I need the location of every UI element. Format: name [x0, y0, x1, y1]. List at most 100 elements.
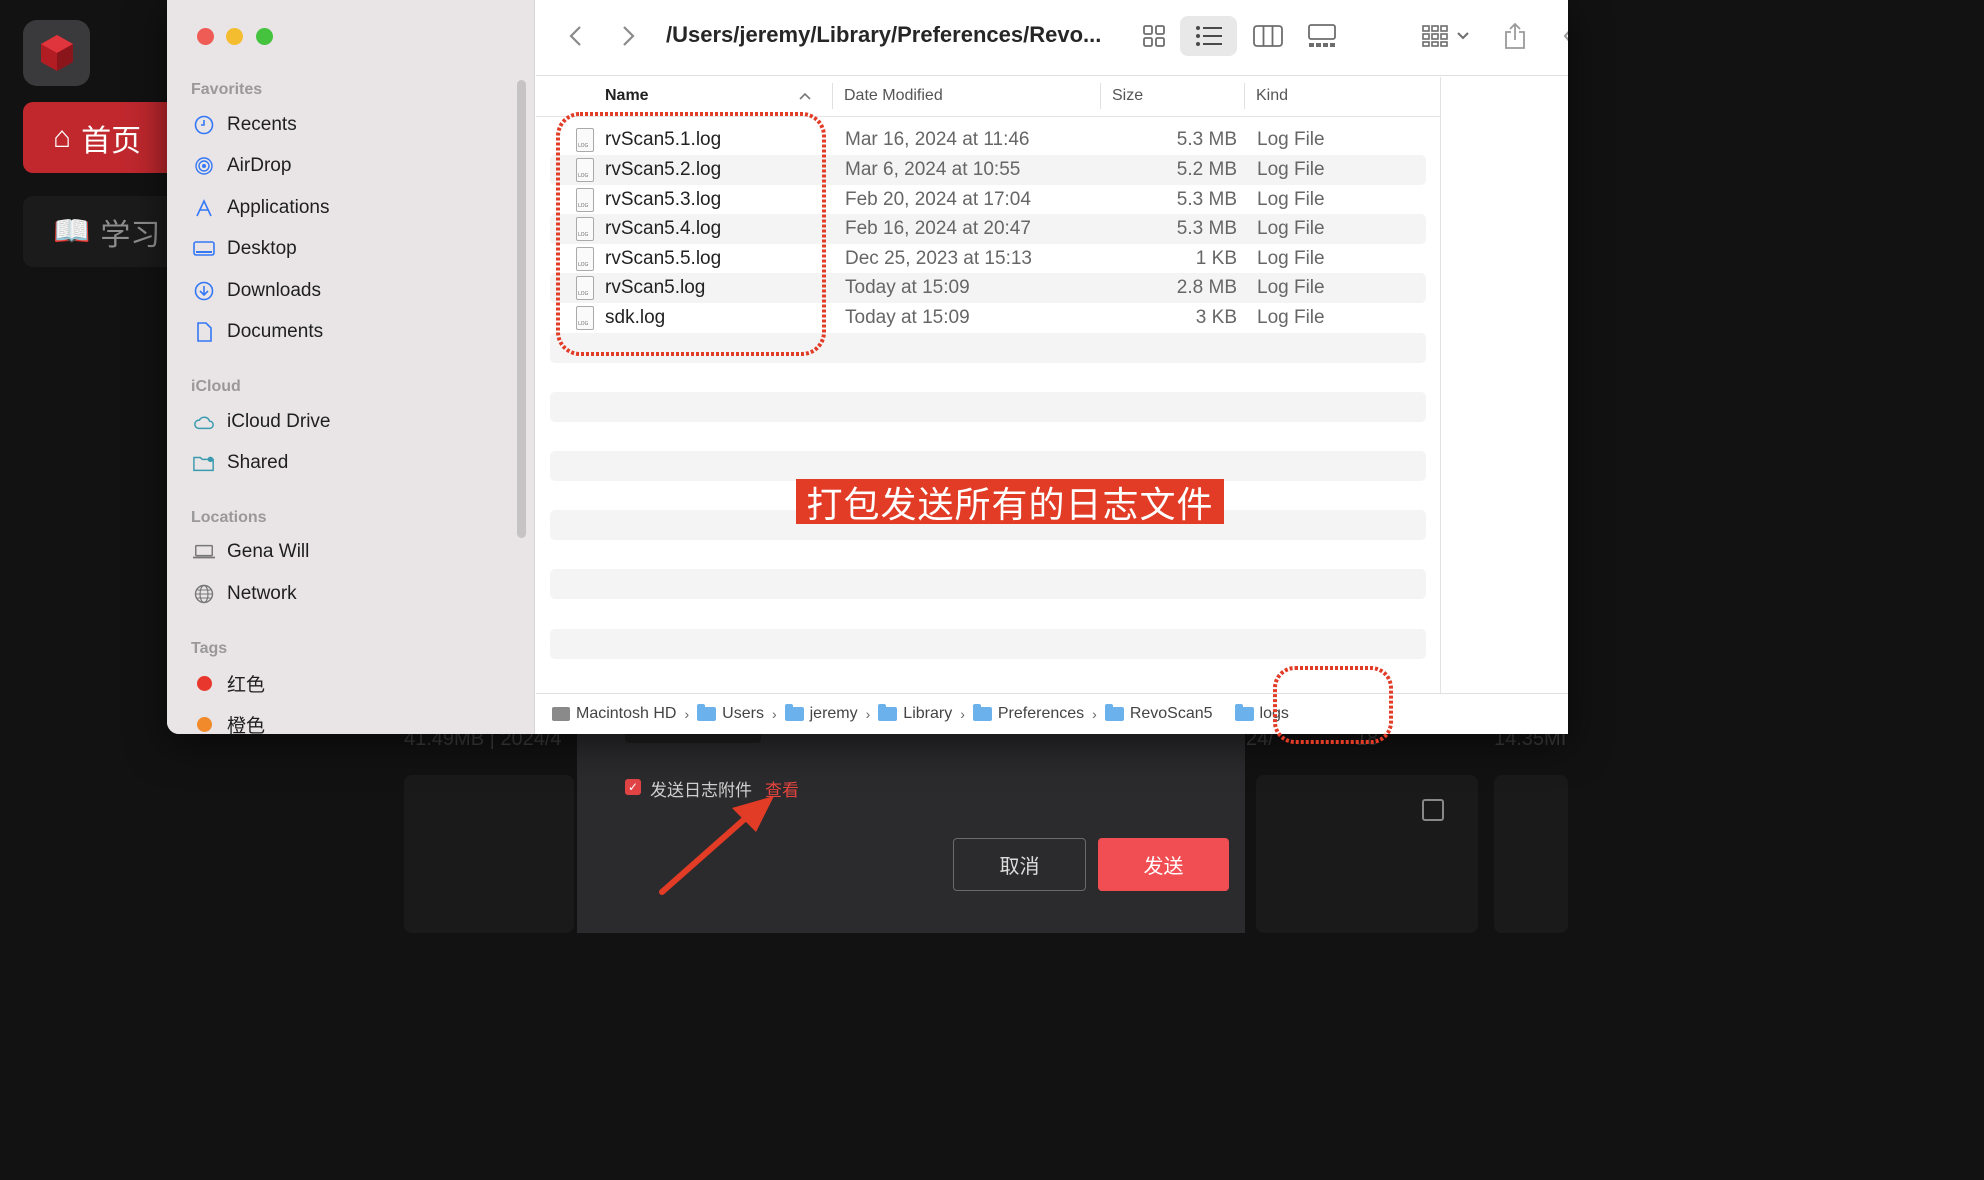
- send-button[interactable]: 发送: [1098, 838, 1229, 891]
- list-icon: [1195, 26, 1222, 46]
- file-size: 5.3 MB: [1176, 218, 1237, 239]
- nav-study-label: 学习: [100, 218, 161, 252]
- gallery-view-button[interactable]: [1303, 16, 1341, 56]
- favorites-header: Favorites: [191, 81, 263, 98]
- icon-view-button[interactable]: [1135, 16, 1173, 56]
- sidebar-item-applications[interactable]: Applications: [193, 192, 329, 224]
- file-kind: Log File: [1257, 248, 1325, 269]
- sidebar-item-shared[interactable]: Shared: [193, 447, 288, 479]
- back-button[interactable]: [562, 16, 588, 56]
- column-header-date[interactable]: Date Modified: [844, 77, 1094, 115]
- column-divider[interactable]: [1244, 83, 1245, 109]
- sidebar-item-desktop[interactable]: Desktop: [193, 233, 297, 265]
- sidebar-item-gena-will[interactable]: Gena Will: [193, 536, 309, 568]
- sidebar-item-label: AirDrop: [227, 155, 292, 176]
- file-date: Feb 16, 2024 at 20:47: [845, 218, 1031, 239]
- list-view-button[interactable]: [1180, 16, 1237, 56]
- folder-icon: [878, 704, 898, 721]
- file-row[interactable]: rvScan5.2.log Mar 6, 2024 at 10:55 5.2 M…: [550, 155, 1426, 185]
- column-header-name[interactable]: Name: [605, 77, 825, 115]
- column-divider[interactable]: [832, 83, 833, 109]
- sidebar-item-documents[interactable]: Documents: [193, 316, 323, 348]
- file-name: rvScan5.4.log: [605, 218, 722, 239]
- column-view-button[interactable]: [1249, 16, 1287, 56]
- file-kind: Log File: [1257, 218, 1325, 239]
- path-crumb-label: logs: [1259, 705, 1289, 722]
- path-crumb-jeremy[interactable]: jeremy: [784, 704, 858, 723]
- chevron-right-icon: ›: [865, 706, 871, 722]
- path-crumb-users[interactable]: Users: [697, 704, 764, 723]
- file-row[interactable]: rvScan5.4.log Feb 16, 2024 at 20:47 5.3 …: [550, 214, 1426, 244]
- file-name: sdk.log: [605, 307, 666, 328]
- header-divider: [536, 116, 1440, 117]
- sidebar-item-airdrop[interactable]: AirDrop: [193, 150, 291, 182]
- file-name: rvScan5.log: [605, 277, 706, 298]
- close-window-button[interactable]: [197, 28, 214, 45]
- file-row[interactable]: rvScan5.1.log Mar 16, 2024 at 11:46 5.3 …: [550, 125, 1426, 155]
- sidebar-item-label: Network: [227, 583, 297, 604]
- path-crumb-label: RevoScan5: [1129, 705, 1213, 722]
- model-card[interactable]: [404, 775, 574, 933]
- file-row[interactable]: rvScan5.5.log Dec 25, 2023 at 15:13 1 KB…: [550, 244, 1426, 274]
- sidebar-item-label: Shared: [227, 452, 289, 473]
- empty-row-stripe: [550, 333, 1426, 363]
- sidebar-item-downloads[interactable]: Downloads: [193, 275, 321, 307]
- finder-toolbar: /Users/jeremy/Library/Preferences/Revo..…: [536, 0, 1568, 76]
- zoom-window-button[interactable]: [256, 28, 273, 45]
- orange-tag-dot-icon: [197, 716, 212, 732]
- send-log-label: 发送日志附件: [650, 781, 752, 800]
- nav-home[interactable]: ⌂ 首页: [23, 102, 183, 173]
- more-toolbar-button[interactable]: [1558, 16, 1568, 56]
- file-size: 5.3 MB: [1176, 129, 1237, 150]
- preview-pane: [1440, 77, 1568, 693]
- book-icon: 📖: [53, 215, 91, 248]
- forward-button[interactable]: [616, 16, 642, 56]
- share-icon: [1505, 22, 1525, 49]
- cancel-button[interactable]: 取消: [953, 838, 1086, 891]
- model-card[interactable]: [1256, 775, 1478, 933]
- column-divider[interactable]: [1100, 83, 1101, 109]
- view-logs-link[interactable]: 查看: [765, 776, 799, 801]
- path-crumb-logs[interactable]: logs: [1234, 704, 1289, 723]
- cube-logo-icon: [40, 35, 73, 71]
- file-row[interactable]: rvScan5.log Today at 15:09 2.8 MB Log Fi…: [550, 273, 1426, 303]
- cloud-icon: [193, 411, 215, 433]
- nav-study[interactable]: 📖 学习: [23, 196, 183, 267]
- sidebar-scrollbar[interactable]: [517, 80, 526, 538]
- chevron-right-icon: ›: [771, 706, 777, 722]
- sidebar-item-icloud-drive[interactable]: iCloud Drive: [193, 406, 330, 438]
- sidebar-tag-red[interactable]: 红色: [193, 667, 265, 699]
- model-card[interactable]: [1494, 775, 1568, 933]
- group-by-button[interactable]: [1416, 16, 1474, 56]
- file-row[interactable]: sdk.log Today at 15:09 3 KB Log File: [550, 303, 1426, 333]
- empty-row-stripe: [550, 569, 1426, 599]
- send-log-checkbox[interactable]: ✓: [625, 779, 641, 795]
- file-date: Feb 20, 2024 at 17:04: [845, 189, 1031, 210]
- column-header-size[interactable]: Size: [1112, 77, 1242, 115]
- column-header-label: Size: [1112, 87, 1144, 104]
- path-crumb-preferences[interactable]: Preferences: [972, 704, 1084, 723]
- sidebar-item-label: Desktop: [227, 238, 297, 259]
- file-kind: Log File: [1257, 129, 1325, 150]
- sidebar-item-network[interactable]: Network: [193, 578, 297, 610]
- file-date: Today at 15:09: [845, 277, 970, 298]
- file-name: rvScan5.3.log: [605, 189, 722, 210]
- folder-icon: [972, 704, 992, 721]
- column-header-kind[interactable]: Kind: [1256, 77, 1406, 115]
- file-kind: Log File: [1257, 189, 1325, 210]
- minimize-window-button[interactable]: [226, 28, 243, 45]
- chevron-right-icon: [623, 26, 635, 46]
- path-crumb-macintosh-hd[interactable]: Macintosh HD: [552, 705, 676, 723]
- column-header-label: Kind: [1256, 87, 1289, 104]
- path-crumb-library[interactable]: Library: [878, 704, 952, 723]
- path-crumb-label: Users: [722, 705, 764, 722]
- finder-sidebar: Favorites Recents AirDrop Applications D…: [167, 0, 535, 734]
- path-crumb-revoscan5[interactable]: RevoScan5: [1104, 704, 1213, 723]
- file-list: Name Date Modified Size Kind rvScan5.1.l…: [536, 77, 1440, 693]
- sidebar-item-recents[interactable]: Recents: [193, 109, 297, 141]
- sidebar-tag-orange[interactable]: 橙色: [193, 708, 265, 734]
- model-select-checkbox[interactable]: [1422, 799, 1444, 821]
- icloud-header: iCloud: [191, 378, 241, 395]
- share-button[interactable]: [1500, 16, 1530, 56]
- file-row[interactable]: rvScan5.3.log Feb 20, 2024 at 17:04 5.3 …: [550, 185, 1426, 215]
